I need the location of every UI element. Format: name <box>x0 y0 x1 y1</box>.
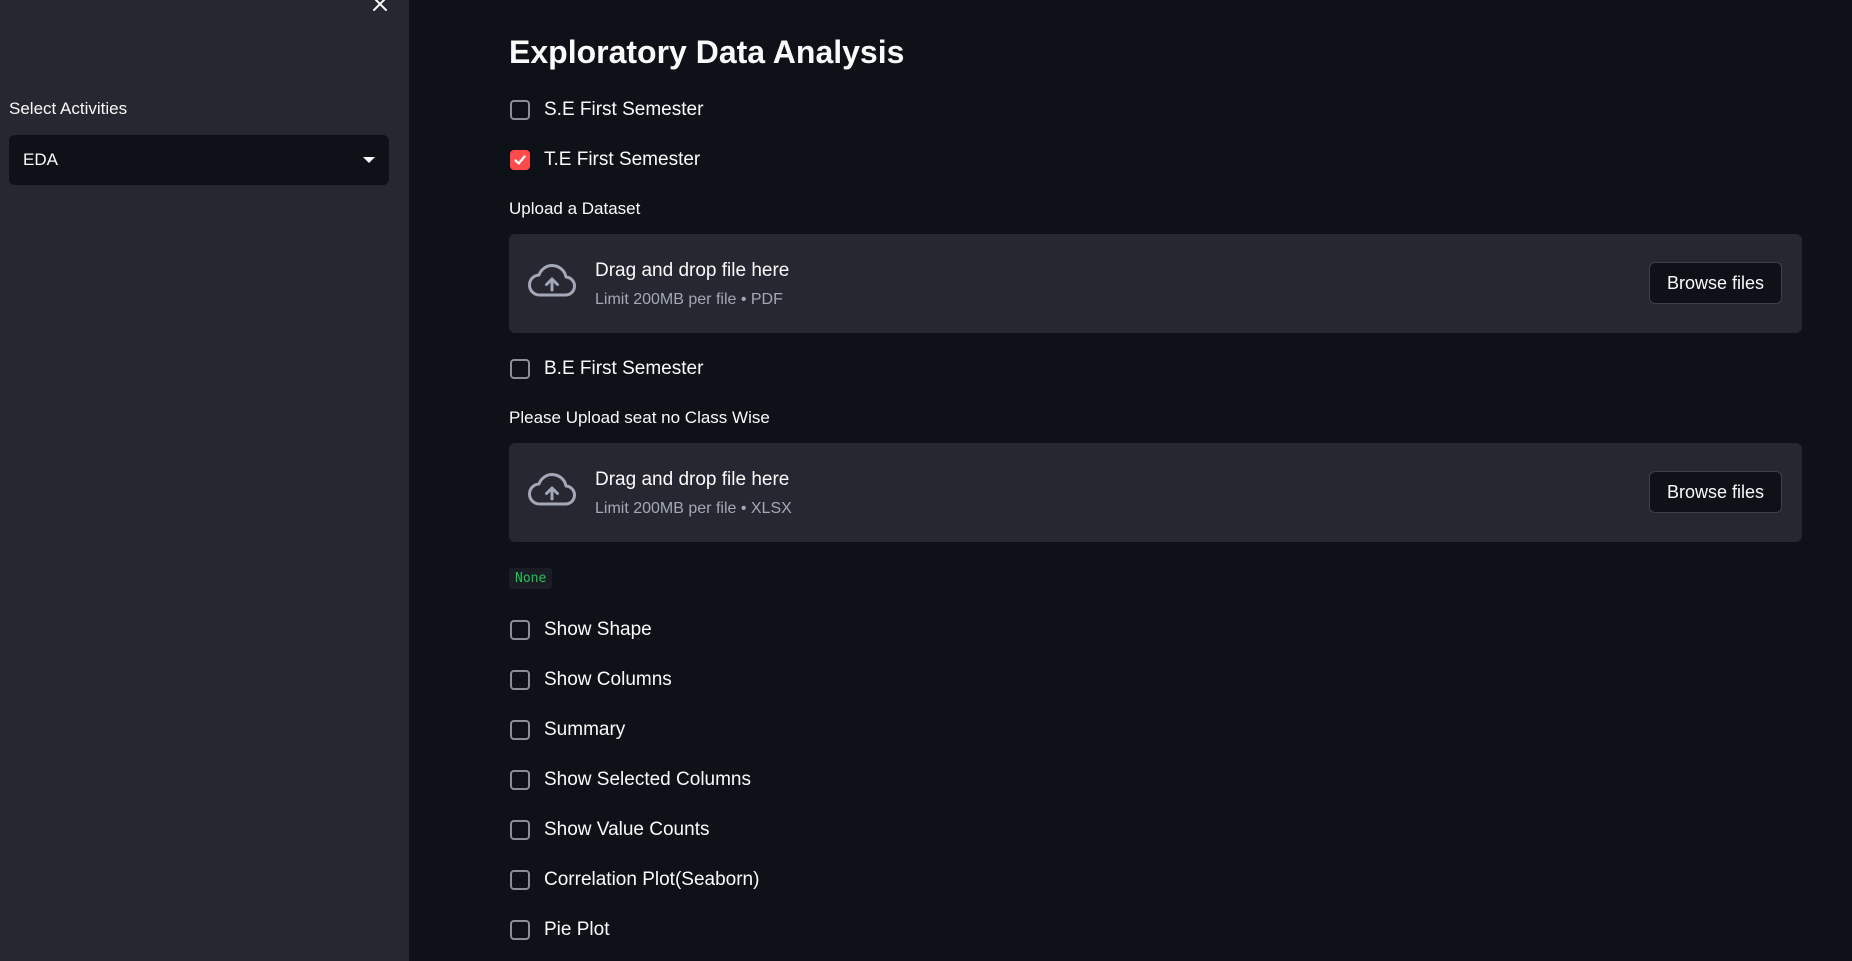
checkbox-te-first-semester[interactable]: T.E First Semester <box>509 145 700 175</box>
checkbox-label: Show Selected Columns <box>544 769 751 790</box>
dropzone-limit: Limit 200MB per file • PDF <box>595 291 783 308</box>
sidebar: Select Activities EDA <box>0 0 409 961</box>
checkbox-label: B.E First Semester <box>544 358 704 379</box>
close-sidebar-button[interactable] <box>368 0 392 18</box>
checkbox-label: Show Value Counts <box>544 819 710 840</box>
close-icon <box>372 0 388 17</box>
checkbox-box[interactable] <box>510 620 530 640</box>
dropzone-limit: Limit 200MB per file • XLSX <box>595 500 792 517</box>
checkbox-box[interactable] <box>510 920 530 940</box>
checkbox-show-value-counts[interactable]: Show Value Counts <box>509 815 709 845</box>
checkbox-label: Pie Plot <box>544 919 610 940</box>
dropzone-title: Drag and drop file here <box>595 260 790 281</box>
browse-files-button[interactable]: Browse files <box>1649 471 1782 513</box>
checkbox-se-first-semester[interactable]: S.E First Semester <box>509 95 703 125</box>
checkmark-icon <box>514 155 526 165</box>
checkbox-label: Show Columns <box>544 669 672 690</box>
checkbox-show-shape[interactable]: Show Shape <box>509 615 652 645</box>
browse-files-button[interactable]: Browse files <box>1649 262 1782 304</box>
seat-dropzone[interactable]: Drag and drop file here Limit 200MB per … <box>509 443 1802 542</box>
activities-select-value: EDA <box>23 150 58 169</box>
checkbox-label: Correlation Plot(Seaborn) <box>544 869 760 890</box>
checkbox-label: S.E First Semester <box>544 99 704 120</box>
checkbox-box[interactable] <box>510 100 530 120</box>
checkbox-box[interactable] <box>510 870 530 890</box>
upload-dataset-label: Upload a Dataset <box>509 199 641 218</box>
checkbox-box[interactable] <box>510 720 530 740</box>
checkbox-box[interactable] <box>510 670 530 690</box>
dropzone-title: Drag and drop file here <box>595 469 790 490</box>
dataset-dropzone[interactable]: Drag and drop file here Limit 200MB per … <box>509 234 1802 333</box>
cloud-upload-icon <box>527 471 577 511</box>
checkbox-label: Show Shape <box>544 619 652 640</box>
checkbox-be-first-semester[interactable]: B.E First Semester <box>509 354 703 384</box>
checkbox-show-selected-columns[interactable]: Show Selected Columns <box>509 765 751 795</box>
checkbox-box[interactable] <box>510 359 530 379</box>
checkbox-show-columns[interactable]: Show Columns <box>509 665 672 695</box>
checkbox-summary[interactable]: Summary <box>509 715 625 745</box>
app-root: Select Activities EDA Exploratory Data A… <box>0 0 1852 961</box>
checkbox-correlation-plot[interactable]: Correlation Plot(Seaborn) <box>509 865 759 895</box>
upload-seat-label: Please Upload seat no Class Wise <box>509 408 770 427</box>
checkbox-box-checked[interactable] <box>510 150 530 170</box>
checkbox-box[interactable] <box>510 820 530 840</box>
checkbox-label: T.E First Semester <box>544 149 701 170</box>
page-title: Exploratory Data Analysis <box>509 34 905 70</box>
checkbox-label: Summary <box>544 719 626 740</box>
checkbox-pie-plot[interactable]: Pie Plot <box>509 915 609 945</box>
chevron-down-icon <box>363 157 375 163</box>
output-code-badge: None <box>509 568 553 589</box>
activities-select[interactable]: EDA <box>9 135 389 185</box>
checkbox-box[interactable] <box>510 770 530 790</box>
cloud-upload-icon <box>527 262 577 302</box>
select-activities-label: Select Activities <box>9 99 128 118</box>
